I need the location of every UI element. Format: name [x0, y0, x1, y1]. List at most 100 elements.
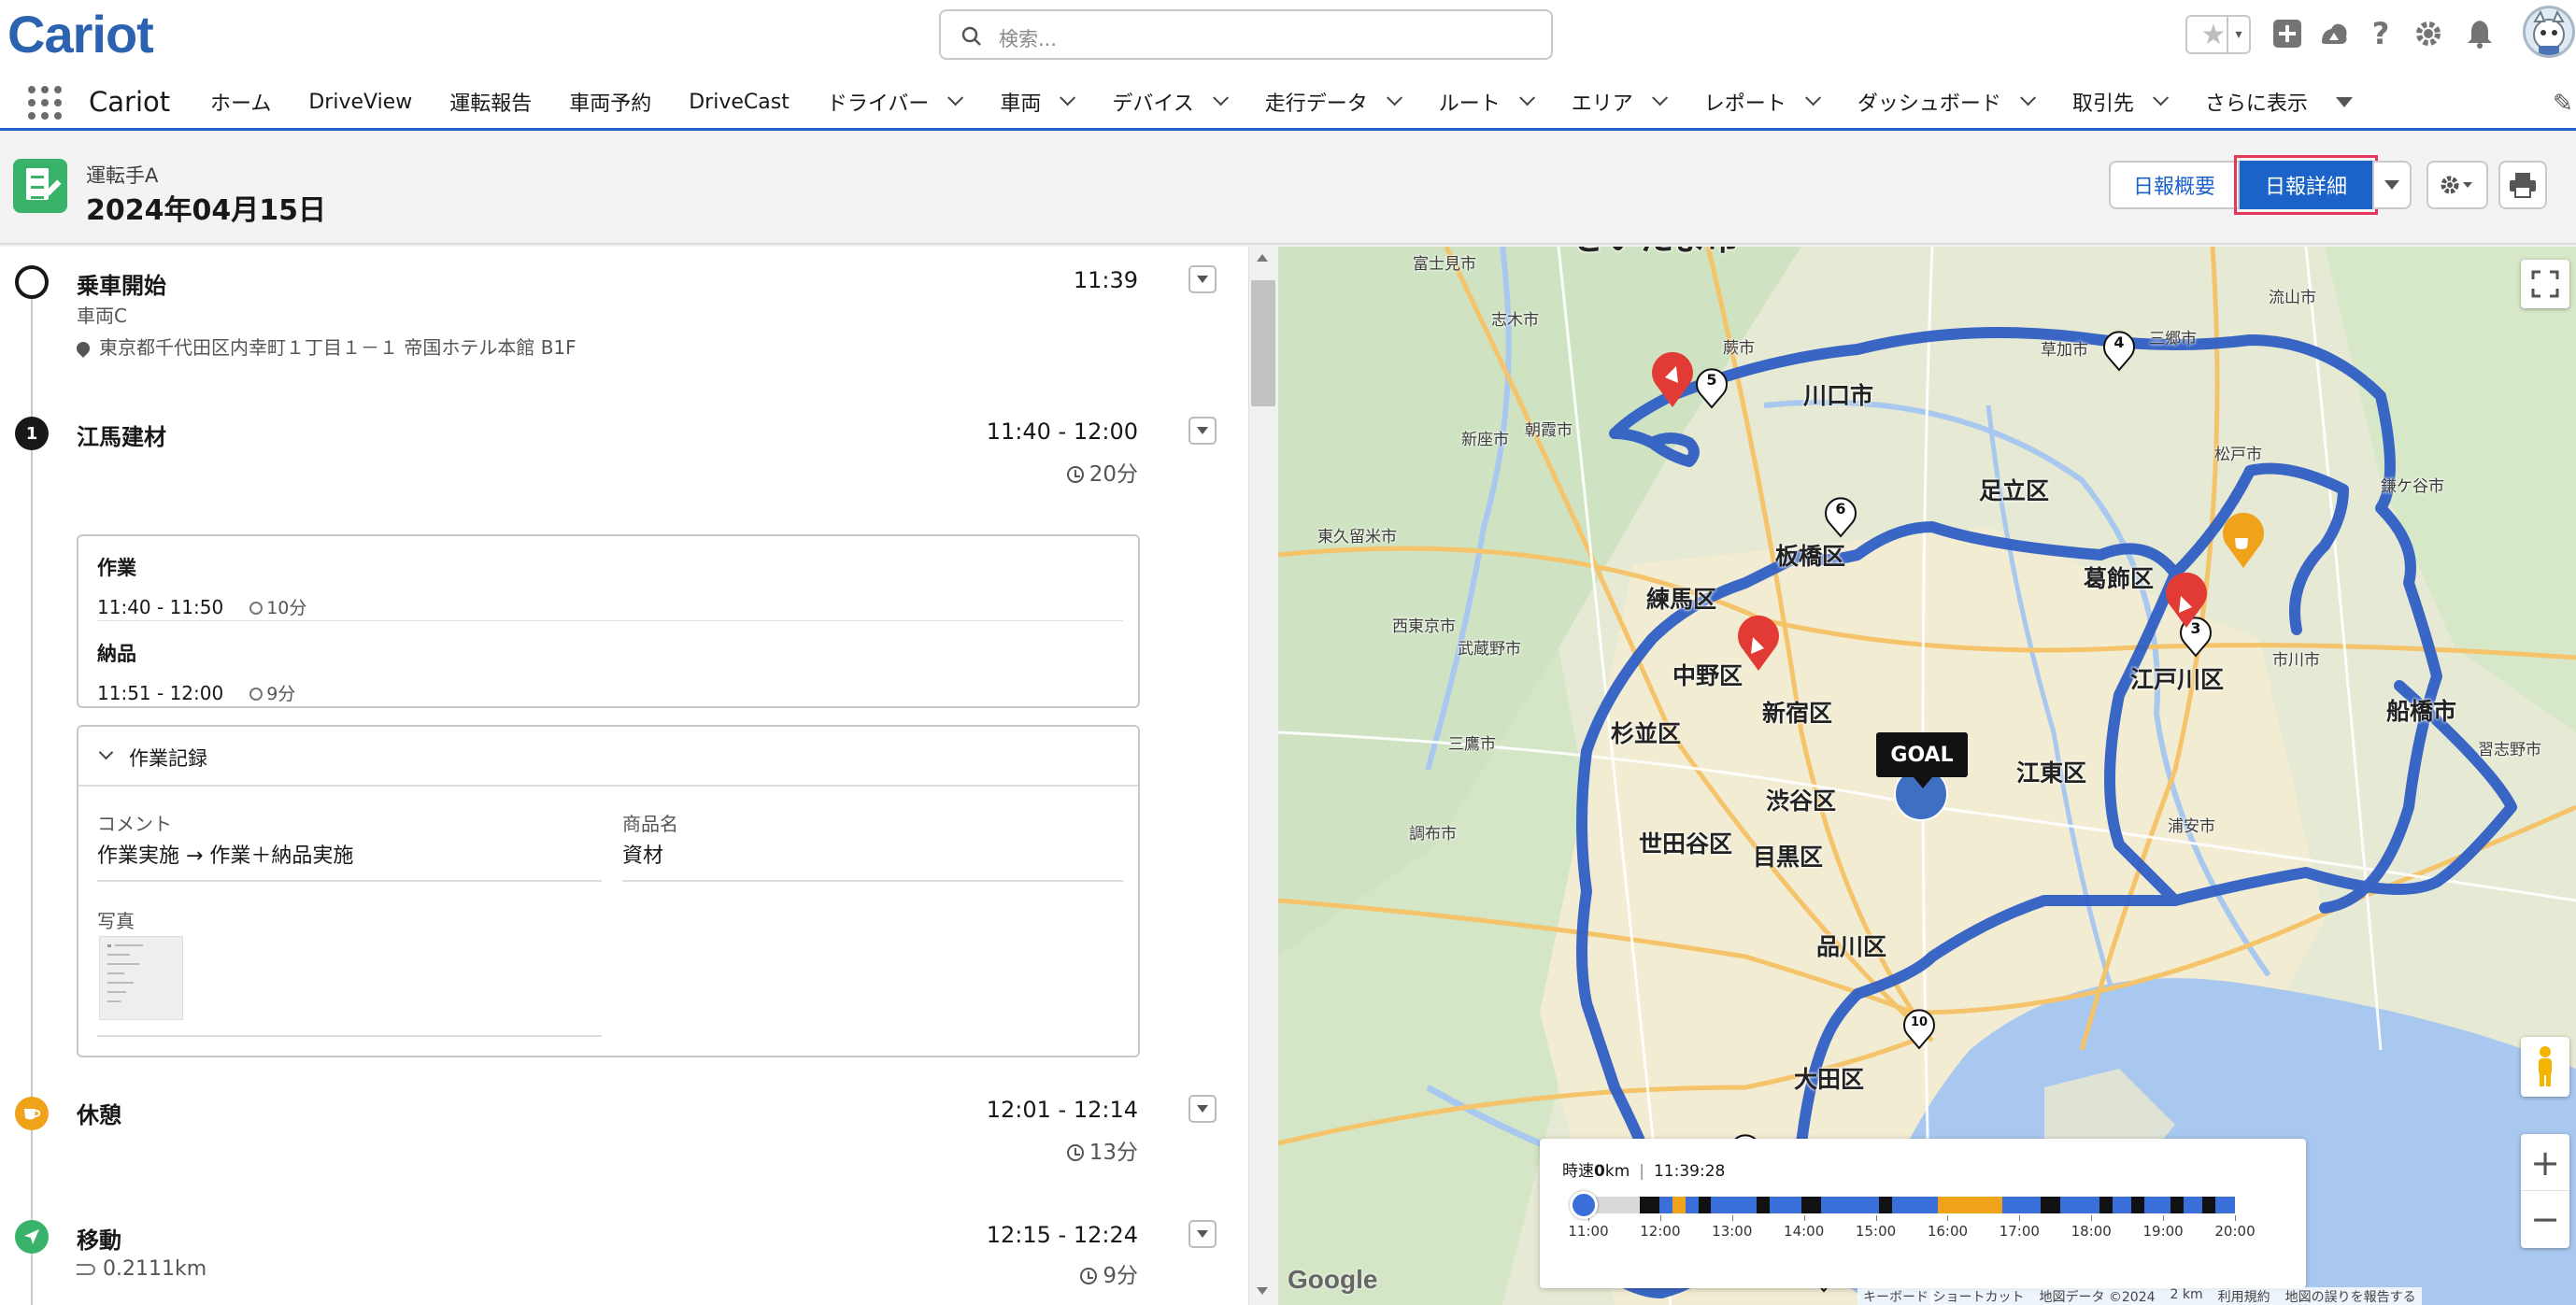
- terms-link[interactable]: 利用規約: [2218, 1287, 2270, 1305]
- nav-item[interactable]: 走行データ: [1246, 73, 1420, 131]
- tick-label: 19:00: [2142, 1223, 2184, 1240]
- activity-segment: [1756, 1197, 1770, 1213]
- chevron-down-icon: [2384, 180, 2399, 190]
- favorites-button[interactable]: ★ ▾: [2185, 15, 2251, 54]
- nav-item[interactable]: デバイス: [1093, 73, 1245, 131]
- event-menu-dropdown[interactable]: [1188, 417, 1217, 445]
- help-icon[interactable]: ?: [2364, 15, 2398, 52]
- scrollbar-thumb[interactable]: [1251, 280, 1275, 406]
- cariot-logo[interactable]: Cariot: [7, 4, 154, 64]
- nav-item[interactable]: レポート: [1686, 73, 1839, 131]
- activity-segment: [1769, 1197, 1802, 1213]
- start-circle-icon: [15, 265, 49, 299]
- stop-pin-5[interactable]: 5: [1696, 368, 1728, 409]
- daily-detail-button[interactable]: 日報詳細: [2234, 155, 2378, 215]
- notifications-button[interactable]: [2463, 15, 2497, 52]
- global-actions-button[interactable]: [2269, 15, 2306, 52]
- zoom-in-button[interactable]: +: [2521, 1135, 2569, 1191]
- nav-item[interactable]: ホーム: [192, 73, 290, 131]
- nav-item[interactable]: 取引先: [2054, 73, 2186, 131]
- activity-segment: [1685, 1197, 1699, 1213]
- rest-coffee-pin[interactable]: [2223, 512, 2264, 568]
- activity-segment: [2183, 1197, 2203, 1213]
- zoom-out-button[interactable]: −: [2521, 1191, 2569, 1247]
- keyboard-shortcuts-link[interactable]: キーボード ショートカット: [1863, 1287, 2024, 1305]
- nav-item-label: ダッシュボード: [1857, 92, 2001, 116]
- user-avatar[interactable]: [2523, 6, 2575, 58]
- favorites-dropdown[interactable]: ▾: [2227, 17, 2249, 52]
- route-map[interactable]: 3 4 5 6 7 8 9 10 GOAL さいたま市富士見市志木市蕨市川口市草…: [1278, 247, 2576, 1305]
- chevron-down-icon[interactable]: [1651, 90, 1668, 106]
- edit-nav-pencil-icon[interactable]: ✎: [2553, 90, 2573, 118]
- end-flag-pin[interactable]: [1738, 615, 1779, 671]
- chevron-down-icon[interactable]: [1804, 90, 1821, 106]
- start-flag-pin[interactable]: [1652, 351, 1693, 407]
- event-menu-dropdown[interactable]: [1188, 1095, 1217, 1123]
- event-time: 11:40 - 12:00: [986, 418, 1138, 445]
- nav-item[interactable]: ルート: [1420, 73, 1553, 131]
- daily-summary-button[interactable]: 日報概要: [2109, 161, 2240, 209]
- task-delivery: 納品 11:51 - 12:00 9分: [97, 639, 1106, 705]
- astro-avatar-icon: [2533, 9, 2565, 55]
- map-place-label: 世田谷区: [1639, 830, 1733, 858]
- street-view-pegman[interactable]: [2521, 1037, 2569, 1097]
- chevron-down-icon[interactable]: [1060, 90, 1076, 106]
- photo-label: 写真: [97, 910, 135, 932]
- svg-text:4: 4: [2113, 333, 2124, 351]
- field-underline: [97, 880, 602, 882]
- nav-item[interactable]: 運転報告: [431, 73, 550, 131]
- global-search-input[interactable]: 検索...: [939, 9, 1553, 60]
- trailhead-button[interactable]: [2315, 15, 2353, 52]
- settings-menu-button[interactable]: [2427, 161, 2488, 209]
- drive-time-slider[interactable]: 時速0km | 11:39:28 11:00 12:00 13:00 14:00 15:00…: [1540, 1139, 2306, 1288]
- nav-item[interactable]: エリア: [1553, 73, 1686, 131]
- work-record-header[interactable]: 作業記録: [78, 727, 1138, 787]
- nav-item[interactable]: 車両: [981, 73, 1093, 131]
- chevron-down-icon[interactable]: [1386, 90, 1402, 106]
- comment-label: コメント: [97, 813, 172, 835]
- time-slider-knob[interactable]: [1570, 1191, 1598, 1219]
- setup-button[interactable]: [2411, 15, 2446, 52]
- chevron-down-icon[interactable]: [2152, 90, 2169, 106]
- chevron-down-icon[interactable]: [1212, 90, 1229, 106]
- activity-segment: [1672, 1197, 1686, 1213]
- nav-item[interactable]: 車両予約: [550, 73, 670, 131]
- nav-item[interactable]: ドライバー: [808, 73, 982, 131]
- stop-pin-4[interactable]: 4: [2103, 331, 2135, 372]
- stop-pin-6[interactable]: 6: [1825, 497, 1857, 538]
- tick-mark: [1803, 1215, 1805, 1221]
- nav-more[interactable]: さらに表示: [2186, 73, 2371, 131]
- event-menu-dropdown[interactable]: [1188, 265, 1217, 293]
- nav-item-label: 車両予約: [569, 92, 652, 116]
- stop-pin-10[interactable]: 10: [1903, 1009, 1935, 1050]
- map-place-label: 新宿区: [1762, 700, 1833, 727]
- field-underline: [97, 1035, 602, 1037]
- map-place-label: 品川区: [1816, 933, 1887, 960]
- tick-mark: [2163, 1215, 2165, 1221]
- event-menu-dropdown[interactable]: [1188, 1220, 1217, 1248]
- activity-segment: [2001, 1197, 2042, 1213]
- chevron-down-icon[interactable]: [947, 90, 964, 106]
- scroll-down-arrow-icon[interactable]: [1257, 1287, 1268, 1295]
- fullscreen-button[interactable]: [2521, 260, 2569, 308]
- event-title: 江馬建材: [77, 424, 166, 450]
- print-button[interactable]: [2498, 161, 2547, 209]
- map-place-label: 鎌ケ谷市: [2381, 477, 2444, 496]
- navigation-arrow-icon: [15, 1220, 49, 1254]
- chevron-down-icon[interactable]: [2019, 90, 2036, 106]
- nav-item-label: エリア: [1571, 92, 1633, 116]
- chevron-down-icon[interactable]: [1518, 90, 1535, 106]
- more-actions-button[interactable]: [2372, 161, 2412, 209]
- scroll-up-arrow-icon[interactable]: [1257, 254, 1268, 262]
- divider: [97, 620, 1123, 621]
- search-icon: [961, 26, 981, 46]
- nav-item[interactable]: DriveView: [290, 73, 431, 131]
- report-error-link[interactable]: 地図の誤りを報告する: [2285, 1287, 2416, 1305]
- app-launcher-icon[interactable]: [28, 86, 62, 120]
- report-view-buttons: 日報概要 日報詳細: [2109, 155, 2412, 215]
- photo-thumbnail[interactable]: [99, 936, 183, 1020]
- goal-marker[interactable]: GOAL: [1876, 732, 1968, 788]
- nav-item[interactable]: ダッシュボード: [1839, 73, 2054, 131]
- nav-item[interactable]: DriveCast: [670, 73, 808, 131]
- map-scale: 2 km: [2170, 1287, 2203, 1302]
